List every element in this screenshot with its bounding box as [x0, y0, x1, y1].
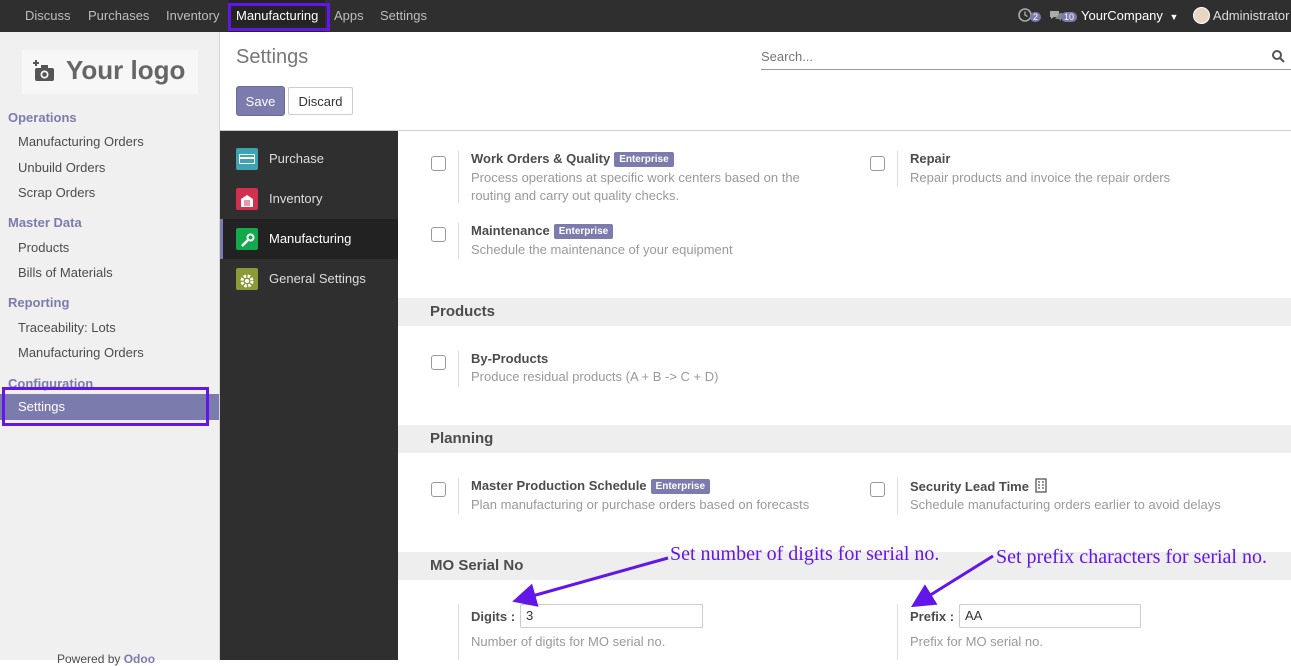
app-tab-purchase[interactable]: Purchase [220, 139, 398, 179]
menu-purchases[interactable]: Purchases [88, 0, 149, 32]
digits-annotation-text: Set number of digits for serial no. [670, 543, 940, 565]
work-orders-title: Work Orders & Quality Enterprise [471, 151, 674, 167]
prefix-label: Prefix : [910, 609, 955, 624]
section-planning-title: Planning [398, 425, 1291, 453]
search-icon[interactable] [1272, 50, 1285, 63]
activity-count-badge: 2 [1030, 12, 1042, 22]
enterprise-badge: Enterprise [553, 224, 614, 239]
work-orders-checkbox[interactable] [431, 156, 446, 171]
maintenance-title: Maintenance Enterprise [471, 223, 614, 239]
logo-text: Your logo [66, 55, 186, 85]
save-button[interactable]: Save [236, 86, 285, 116]
digits-field[interactable]: 3 [520, 604, 703, 628]
sidebar-item-scrap-orders[interactable]: Scrap Orders [18, 185, 95, 200]
section-products-title: Products [398, 298, 1291, 326]
menu-apps[interactable]: Apps [334, 0, 364, 32]
sidebar-section-reporting: Reporting [8, 295, 70, 310]
menu-discuss[interactable]: Discuss [25, 0, 71, 32]
app-tab-inventory[interactable]: Inventory [220, 179, 398, 219]
maintenance-description: Schedule the maintenance of your equipme… [471, 242, 733, 257]
settings-highlight-box [2, 387, 209, 426]
top-navbar: Discuss Purchases Inventory Manufacturin… [0, 0, 1291, 32]
mps-title: Master Production Schedule Enterprise [471, 478, 711, 494]
enterprise-badge: Enterprise [650, 479, 711, 494]
prefix-annotation-text: Set prefix characters for serial no. [996, 546, 1267, 568]
app-tab-purchase-label: Purchase [269, 151, 324, 166]
credit-card-icon [236, 148, 258, 170]
company-switcher[interactable]: YourCompany ▼ [1081, 0, 1178, 32]
divider [897, 478, 898, 514]
repair-title: Repair [910, 151, 951, 166]
app-tab-general-settings-label: General Settings [269, 271, 366, 286]
divider [458, 151, 459, 203]
divider [458, 223, 459, 259]
manufacturing-highlight-box [228, 3, 330, 31]
prefix-field[interactable]: AA [959, 604, 1141, 628]
sidebar-section-operations: Operations [8, 110, 77, 125]
messages-button[interactable]: 10 [1049, 0, 1078, 32]
work-orders-description: Process operations at specific work cent… [471, 170, 800, 203]
repair-checkbox[interactable] [870, 156, 885, 171]
camera-plus-icon [33, 60, 54, 81]
security-lead-time-description: Schedule manufacturing orders earlier to… [910, 497, 1221, 512]
prefix-description: Prefix for MO serial no. [910, 634, 1043, 649]
mps-checkbox[interactable] [431, 482, 446, 497]
user-menu[interactable]: Administrator [1193, 0, 1289, 32]
divider [458, 604, 459, 660]
divider [897, 604, 898, 660]
left-sidebar: Your logo Operations Manufacturing Order… [0, 32, 220, 666]
repair-description: Repair products and invoice the repair o… [910, 170, 1171, 185]
company-logo[interactable]: Your logo [22, 50, 198, 94]
page-title: Settings [236, 46, 309, 68]
menu-settings[interactable]: Settings [380, 0, 427, 32]
odoo-brand: Odoo [123, 652, 156, 666]
messages-count-badge: 10 [1061, 12, 1078, 22]
settings-apps-list: Purchase Inventory Manufacturing General… [220, 131, 398, 660]
digits-description: Number of digits for MO serial no. [471, 634, 666, 649]
mps-description: Plan manufacturing or purchase orders ba… [471, 497, 810, 512]
digits-label: Digits : [471, 609, 516, 624]
active-tab-marker [220, 219, 223, 259]
company-name: YourCompany [1081, 8, 1163, 23]
powered-by-text: Powered by [57, 652, 121, 666]
divider [897, 151, 898, 187]
avatar [1193, 7, 1210, 24]
sidebar-item-bills-of-materials[interactable]: Bills of Materials [18, 265, 113, 280]
search-input[interactable] [761, 44, 1261, 68]
warehouse-icon [236, 188, 258, 210]
app-tab-general-settings[interactable]: General Settings [220, 259, 398, 299]
gear-icon [236, 268, 258, 290]
by-products-checkbox[interactable] [431, 355, 446, 370]
search-box[interactable] [761, 44, 1291, 70]
divider [458, 351, 459, 387]
settings-content: Work Orders & Quality Enterprise Process … [398, 131, 1291, 660]
control-panel: Settings Save Discard [220, 32, 1291, 131]
activity-button[interactable]: 2 [1018, 0, 1042, 32]
sidebar-section-master-data: Master Data [8, 215, 82, 230]
menu-inventory[interactable]: Inventory [166, 0, 219, 32]
discard-button[interactable]: Discard [288, 87, 353, 115]
powered-by: Powered by Odoo [57, 652, 155, 666]
enterprise-badge: Enterprise [614, 152, 674, 167]
sidebar-item-products[interactable]: Products [18, 240, 69, 255]
sidebar-item-unbuild-orders[interactable]: Unbuild Orders [18, 160, 105, 175]
caret-down-icon: ▼ [1169, 12, 1179, 22]
security-lead-time-title: Security Lead Time [910, 478, 1047, 494]
building-icon [1034, 478, 1047, 493]
sidebar-item-traceability-lots[interactable]: Traceability: Lots [18, 320, 116, 335]
app-tab-manufacturing[interactable]: Manufacturing [220, 219, 398, 259]
wrench-icon [236, 228, 258, 250]
user-name: Administrator [1212, 8, 1290, 23]
sidebar-item-manufacturing-orders[interactable]: Manufacturing Orders [18, 134, 144, 149]
by-products-description: Produce residual products (A + B -> C + … [471, 369, 719, 384]
security-lead-time-checkbox[interactable] [870, 482, 885, 497]
sidebar-item-reporting-manufacturing-orders[interactable]: Manufacturing Orders [18, 345, 144, 360]
divider [458, 478, 459, 514]
maintenance-checkbox[interactable] [431, 227, 446, 242]
by-products-title: By-Products [471, 351, 549, 366]
app-tab-inventory-label: Inventory [269, 191, 323, 206]
app-tab-manufacturing-label: Manufacturing [269, 231, 352, 246]
